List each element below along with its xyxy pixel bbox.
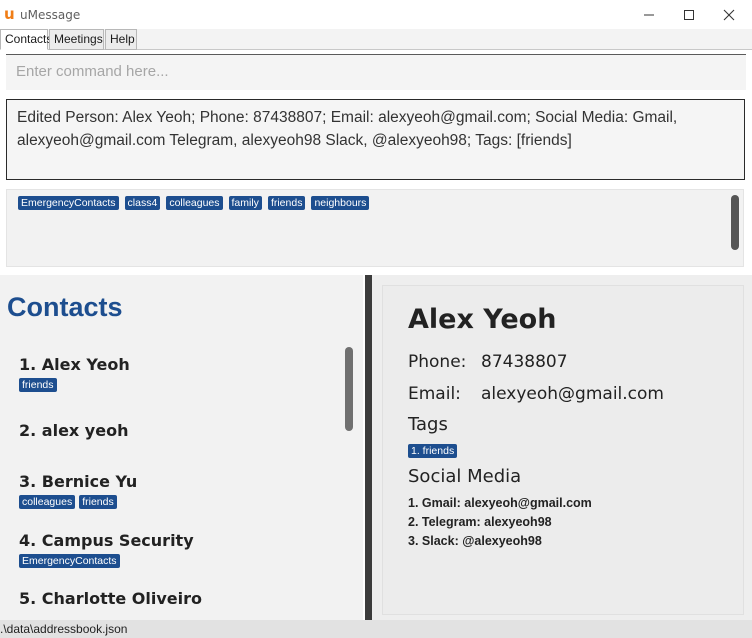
contact-name: 1. Alex Yeoh (19, 355, 130, 374)
email-value: alexyeoh@gmail.com (481, 384, 664, 404)
phone-label: Phone: (408, 352, 467, 372)
tags-section-title: Tags (408, 414, 448, 435)
phone-value: 87438807 (481, 352, 568, 372)
tag-list-panel: EmergencyContacts class4 colleagues fami… (6, 189, 744, 267)
contacts-scrollbar[interactable] (345, 347, 353, 431)
contact-tag: friends (19, 378, 57, 392)
close-button[interactable] (706, 0, 752, 29)
detail-name: Alex Yeoh (408, 304, 557, 335)
tag-chip[interactable]: EmergencyContacts (18, 196, 119, 210)
close-icon (723, 9, 735, 20)
menu-meetings[interactable]: Meetings (49, 29, 104, 50)
list-item[interactable]: 2. alex yeoh (19, 421, 128, 440)
contact-detail-panel: Alex Yeoh Phone: 87438807 Email: alexyeoh@… (372, 275, 752, 620)
detail-phone-row: Phone: 87438807 (408, 352, 568, 372)
command-box (6, 54, 746, 90)
detail-email-row: Email: alexyeoh@gmail.com (408, 384, 664, 404)
social-section-title: Social Media (408, 466, 522, 487)
list-item[interactable]: 5. Charlotte Oliveiro (19, 589, 202, 608)
list-item[interactable]: 3. Bernice Yu colleagues friends (19, 472, 137, 509)
menu-bar: Contacts Meetings Help (0, 29, 752, 50)
maximize-icon (684, 9, 694, 20)
tag-chip[interactable]: colleagues (166, 196, 223, 210)
social-item: 1. Gmail: alexyeoh@gmail.com (408, 496, 592, 510)
result-display: Edited Person: Alex Yeoh; Phone: 8743880… (6, 99, 745, 180)
tag-chip[interactable]: neighbours (311, 196, 370, 210)
contact-name: 3. Bernice Yu (19, 472, 138, 491)
list-item[interactable]: 1. Alex Yeoh friends (19, 355, 130, 392)
email-label: Email: (408, 384, 461, 404)
title-bar: u uMessage (0, 0, 752, 29)
social-item: 2. Telegram: alexyeoh98 (408, 515, 552, 529)
status-bar: .\data\addressbook.json (0, 620, 752, 638)
contact-name: 5. Charlotte Oliveiro (19, 589, 203, 608)
contacts-title: Contacts (7, 292, 123, 322)
tag-panel-scrollbar[interactable] (731, 195, 739, 250)
list-item[interactable]: 4. Campus Security EmergencyContacts (19, 531, 194, 568)
minimize-icon (644, 14, 654, 15)
contact-tag: EmergencyContacts (19, 554, 120, 568)
tag-chip[interactable]: family (228, 196, 262, 210)
detail-card: Alex Yeoh Phone: 87438807 Email: alexyeoh@… (382, 285, 744, 615)
window-title: uMessage (20, 8, 81, 22)
panel-divider[interactable] (365, 275, 372, 620)
detail-tag: 1. friends (408, 444, 458, 458)
menu-contacts[interactable]: Contacts (0, 29, 52, 50)
menu-help[interactable]: Help (105, 29, 137, 50)
social-item: 3. Slack: @alexyeoh98 (408, 534, 542, 548)
detail-tags: 1. friends (408, 441, 458, 459)
app-logo: u (4, 5, 15, 23)
tag-row: EmergencyContacts class4 colleagues fami… (18, 196, 370, 210)
tag-chip[interactable]: friends (267, 196, 306, 210)
contacts-list-panel: Contacts 1. Alex Yeoh friends 2. alex ye… (0, 275, 363, 620)
contact-tag: colleagues (19, 495, 76, 509)
tag-chip[interactable]: class4 (124, 196, 161, 210)
contact-name: 2. alex yeoh (19, 421, 129, 440)
social-media-list: 1. Gmail: alexyeoh@gmail.com 2. Telegram… (408, 494, 592, 551)
command-input[interactable] (16, 63, 716, 80)
contact-tag: friends (79, 495, 117, 509)
contact-name: 4. Campus Security (19, 531, 194, 550)
